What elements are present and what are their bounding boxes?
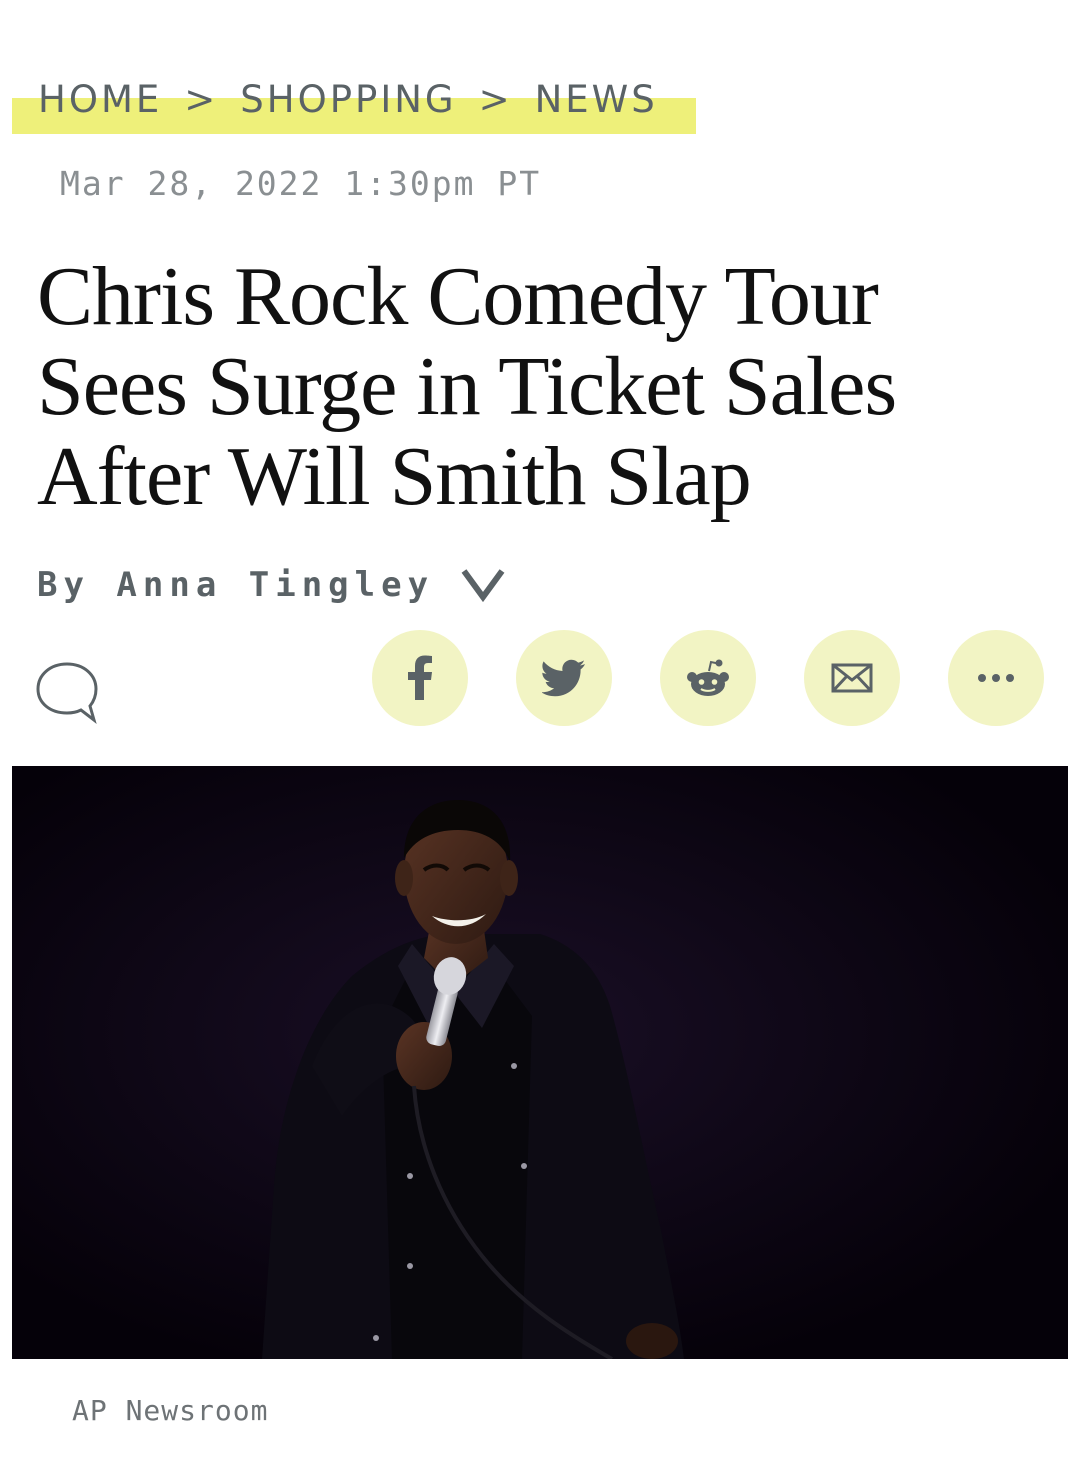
reddit-icon: [687, 659, 729, 696]
twitter-icon: [542, 659, 585, 697]
article-timestamp: Mar 28, 2022 1:30pm PT: [60, 164, 542, 203]
byline[interactable]: By Anna Tingley: [37, 560, 506, 610]
article-headline: Chris Rock Comedy Tour Sees Surge in Tic…: [37, 252, 1047, 522]
headline-line: Chris Rock Comedy Tour: [37, 250, 879, 343]
byline-author[interactable]: By Anna Tingley: [37, 565, 434, 605]
hero-image: [12, 766, 1068, 1359]
headline-line: Sees Surge in Ticket Sales: [37, 340, 897, 433]
breadcrumb-item-shopping[interactable]: SHOPPING: [240, 78, 456, 121]
breadcrumb: HOME > SHOPPING > NEWS: [12, 70, 696, 136]
email-share-button[interactable]: [804, 630, 900, 726]
more-share-button[interactable]: [948, 630, 1044, 726]
twitter-share-button[interactable]: [516, 630, 612, 726]
headline-line: After Will Smith Slap: [37, 430, 752, 523]
chevron-down-icon[interactable]: [460, 565, 506, 605]
breadcrumb-separator: >: [478, 78, 513, 121]
more-dots-icon: [978, 674, 1014, 682]
image-credit: AP Newsroom: [72, 1394, 269, 1427]
breadcrumb-separator: >: [184, 78, 219, 121]
reddit-share-button[interactable]: [660, 630, 756, 726]
speech-bubble-icon[interactable]: [34, 658, 100, 726]
facebook-icon: [408, 655, 432, 700]
breadcrumb-item-news[interactable]: NEWS: [535, 78, 658, 121]
envelope-icon: [831, 663, 873, 693]
facebook-share-button[interactable]: [372, 630, 468, 726]
breadcrumb-item-home[interactable]: HOME: [38, 78, 162, 121]
